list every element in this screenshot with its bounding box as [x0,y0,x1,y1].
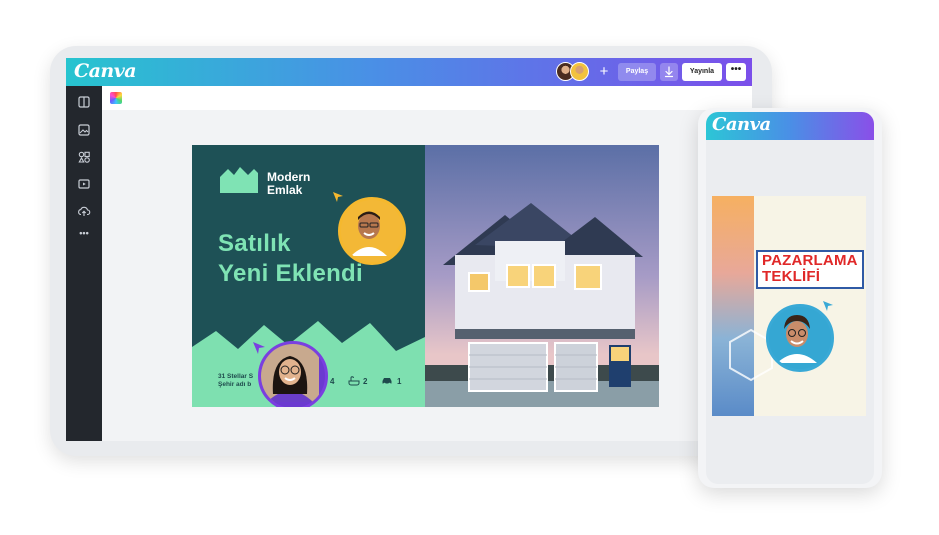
publish-button[interactable]: Yayınla [682,63,722,81]
cursor-icon [823,301,833,311]
design-canvas[interactable]: Modern Emlak Satılık Yeni Eklendi 31 Ste… [192,145,659,407]
bathtub-icon [348,376,360,386]
upload-icon[interactable] [77,204,91,218]
collaborator-avatar [338,197,406,265]
more-icon[interactable]: ••• [74,228,94,238]
share-button[interactable]: Paylaş [618,63,656,81]
download-button[interactable] [660,63,678,81]
person-icon [769,307,825,363]
video-icon[interactable] [77,177,91,191]
cursor-icon [253,342,265,354]
phone-screen: Canva PAZARLAMA TEKLİFİ [706,112,874,484]
promo-title: PAZARLAMA TEKLİFİ [756,250,864,289]
elements-icon[interactable] [77,150,91,164]
house-logo-icon [220,167,258,193]
editor-sidebar: ••• [66,86,102,441]
person-icon [341,200,397,256]
editor-toolbar [102,86,752,110]
avatar[interactable] [570,62,589,81]
garage-count: 1 [397,377,402,386]
bathroom-count: 2 [363,377,368,386]
collaborator-avatar [258,341,328,407]
brand-name: Modern Emlak [267,170,311,197]
cursor-icon [333,192,343,202]
canva-logo[interactable]: Canva [712,114,771,135]
bedroom-count: 4 [330,377,335,386]
more-options-button[interactable]: ••• [726,63,746,81]
phone-header: Canva [706,112,874,140]
download-icon [664,66,674,78]
mobile-design[interactable]: PAZARLAMA TEKLİFİ [712,196,866,416]
add-collaborator-button[interactable]: + [597,62,611,82]
house-photo [425,145,659,407]
photo-icon[interactable] [77,123,91,137]
collaborator-avatar [766,304,834,372]
editor-header: Canva + Paylaş Yayınla ••• [66,58,752,86]
person-icon [261,344,319,402]
car-icon [382,378,392,386]
canva-logo[interactable]: Canva [74,60,137,82]
color-picker-icon[interactable] [110,92,122,104]
layout-icon[interactable] [77,95,91,109]
